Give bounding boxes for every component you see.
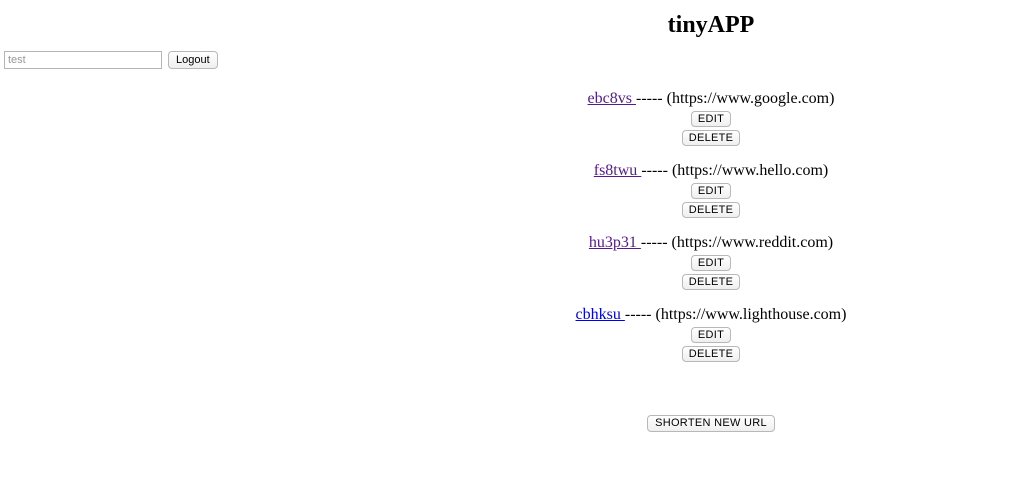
edit-button[interactable]: EDIT — [690, 182, 732, 199]
url-separator: ----- — [641, 162, 672, 179]
url-list: ebc8vs ----- (https://www.google.com) ED… — [0, 89, 1029, 377]
edit-button[interactable]: EDIT — [690, 326, 732, 343]
list-item: ebc8vs ----- (https://www.google.com) ED… — [0, 89, 1029, 161]
url-entry: hu3p31 ----- (https://www.reddit.com) — [0, 233, 1029, 253]
delete-button[interactable]: DELETE — [681, 129, 741, 146]
url-separator: ----- — [624, 306, 656, 323]
list-item: cbhksu ----- (https://www.lighthouse.com… — [0, 305, 1029, 377]
delete-button[interactable]: DELETE — [681, 273, 741, 290]
page-title: tinyAPP — [667, 12, 755, 38]
short-url-link[interactable]: fs8twu — [594, 162, 642, 179]
long-url-text: (https://www.lighthouse.com) — [655, 306, 847, 323]
list-item: fs8twu ----- (https://www.hello.com) EDI… — [0, 161, 1029, 233]
long-url-text: (https://www.hello.com) — [671, 162, 829, 179]
short-url-link[interactable]: cbhksu — [576, 306, 625, 323]
shorten-new-url-button[interactable]: SHORTEN NEW URL — [647, 415, 775, 432]
short-url-link[interactable]: hu3p31 — [589, 234, 641, 251]
url-entry: fs8twu ----- (https://www.hello.com) — [0, 161, 1029, 181]
list-item: hu3p31 ----- (https://www.reddit.com) ED… — [0, 233, 1029, 305]
edit-button[interactable]: EDIT — [690, 254, 732, 271]
delete-button[interactable]: DELETE — [681, 201, 741, 218]
username-input[interactable] — [4, 51, 162, 69]
long-url-text: (https://www.reddit.com) — [671, 234, 834, 251]
url-separator: ----- — [640, 234, 672, 251]
url-entry: ebc8vs ----- (https://www.google.com) — [0, 89, 1029, 109]
short-url-link[interactable]: ebc8vs — [588, 90, 636, 107]
url-separator: ----- — [635, 90, 667, 107]
edit-button[interactable]: EDIT — [690, 110, 732, 127]
long-url-text: (https://www.google.com) — [666, 90, 835, 107]
delete-button[interactable]: DELETE — [681, 345, 741, 362]
login-bar: Logout — [4, 51, 218, 69]
url-entry: cbhksu ----- (https://www.lighthouse.com… — [0, 305, 1029, 325]
new-url-area: SHORTEN NEW URL — [0, 413, 1029, 432]
logout-button[interactable]: Logout — [168, 51, 218, 69]
